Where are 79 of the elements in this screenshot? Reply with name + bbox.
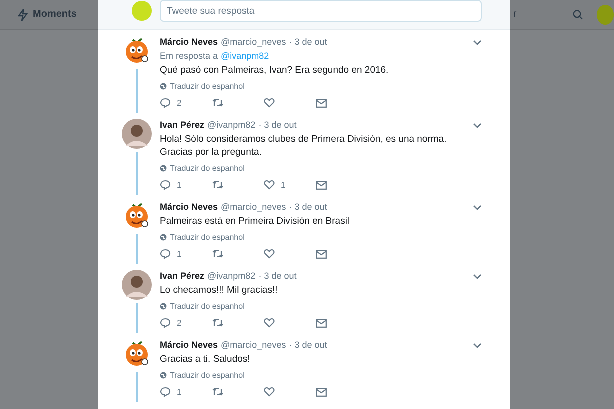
author-name[interactable]: Ivan Pérez — [160, 270, 205, 283]
author-handle[interactable]: @marcio_neves — [221, 201, 286, 214]
tweet-date[interactable]: · 3 de out — [258, 270, 297, 283]
retweet-icon[interactable] — [212, 318, 224, 328]
tweet-date[interactable]: · 3 de out — [258, 119, 297, 132]
tweet-text: Gracias a ti. Saludos! — [160, 353, 252, 366]
heart-icon[interactable] — [264, 180, 275, 190]
globe-icon — [160, 303, 167, 310]
author-name[interactable]: Márcio Neves — [160, 339, 218, 352]
heart-icon[interactable] — [264, 249, 275, 259]
envelope-icon[interactable] — [316, 388, 327, 396]
globe-icon — [160, 83, 167, 90]
cartoon-avatar — [123, 201, 151, 231]
user-avatar — [132, 1, 152, 21]
tweet-text: Qué pasó con Palmeiras, Ivan? Era segundo en 2016. — [160, 64, 390, 77]
reply-icon[interactable] — [160, 98, 171, 108]
author-handle[interactable]: @marcio_neves — [221, 339, 286, 352]
person-avatar — [122, 119, 152, 149]
retweet-icon[interactable] — [212, 98, 224, 108]
author-name[interactable]: Márcio Neves — [160, 201, 218, 214]
reply-field[interactable]: Tweete sua resposta — [160, 0, 482, 22]
thread-line — [136, 234, 138, 264]
cartoon-avatar — [123, 339, 151, 369]
translate-link[interactable]: Traduzir do espanhol — [160, 233, 245, 242]
heart-icon[interactable] — [264, 98, 275, 108]
reply-icon[interactable] — [160, 318, 171, 328]
tweet-date[interactable]: · 3 de out — [289, 36, 328, 49]
chevron-down-icon[interactable] — [473, 204, 482, 210]
tweet-text: Hola! Sólo consideramos clubes de Primera División, es una norma. Gracias por la pregunta. — [160, 133, 448, 159]
like-count: 1 — [281, 180, 286, 190]
author-name[interactable]: Márcio Neves — [160, 36, 218, 49]
tweet-text: Palmeiras está en Primeira División en Brasil — [160, 215, 351, 228]
chevron-down-icon[interactable] — [473, 274, 482, 280]
reply-context: Em resposta a — [160, 50, 218, 63]
author-handle[interactable]: @ivanpm82 — [208, 119, 256, 132]
retweet-icon[interactable] — [212, 387, 224, 397]
search-icon[interactable] — [572, 8, 583, 20]
mention-link[interactable]: @ivanpm82 — [221, 49, 270, 63]
globe-icon — [160, 165, 167, 172]
chevron-down-icon[interactable] — [473, 122, 482, 128]
nav-link[interactable]: Moments — [18, 8, 77, 20]
globe-icon — [160, 234, 167, 241]
reply-count: 2 — [177, 318, 182, 328]
envelope-icon[interactable] — [316, 318, 327, 328]
translate-link[interactable]: Traduzir do espanhol — [160, 82, 245, 91]
author-name[interactable]: Ivan Pérez — [160, 119, 205, 132]
cartoon-avatar — [123, 36, 151, 66]
envelope-icon[interactable] — [316, 180, 327, 190]
tweet-date[interactable]: · 3 de out — [289, 201, 328, 214]
author-handle[interactable]: @marcio_neves — [221, 36, 286, 49]
reply-count: 1 — [177, 387, 182, 397]
globe-icon — [160, 372, 167, 379]
tweet-text: Lo checamos!!! Mil gracias!! — [160, 284, 279, 297]
retweet-icon[interactable] — [212, 249, 224, 259]
reply-icon[interactable] — [160, 180, 171, 190]
reply-icon[interactable] — [160, 387, 171, 397]
thread-line — [136, 69, 138, 113]
envelope-icon[interactable] — [316, 98, 327, 108]
reply-icon[interactable] — [160, 249, 171, 259]
translate-link[interactable]: Traduzir do espanhol — [160, 302, 245, 311]
thread-line — [136, 303, 138, 333]
envelope-icon[interactable] — [316, 250, 327, 258]
chevron-down-icon[interactable] — [473, 342, 482, 348]
lightning-icon — [18, 8, 28, 20]
heart-icon[interactable] — [264, 387, 275, 397]
translate-link[interactable]: Traduzir do espanhol — [160, 164, 245, 173]
author-handle[interactable]: @ivanpm82 — [208, 270, 256, 283]
retweet-icon[interactable] — [212, 180, 224, 190]
translate-link[interactable]: Traduzir do espanhol — [160, 371, 245, 380]
reply-count: 1 — [177, 249, 182, 259]
heart-icon[interactable] — [264, 318, 275, 328]
thread-line — [136, 152, 138, 195]
tweet-date[interactable]: · 3 de out — [289, 339, 328, 352]
nav-text: r — [513, 9, 517, 20]
reply-count: 1 — [177, 180, 182, 190]
reply-count: 2 — [177, 98, 182, 108]
chevron-down-icon[interactable] — [473, 40, 482, 46]
person-avatar — [122, 270, 152, 300]
thread-line — [136, 372, 138, 402]
